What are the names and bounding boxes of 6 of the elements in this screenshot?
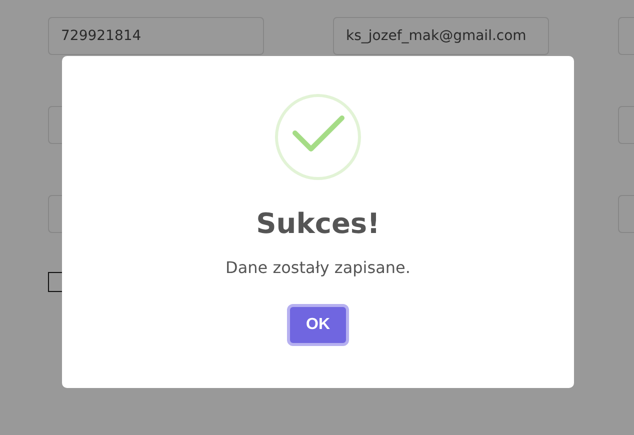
checkmark-icon <box>274 93 362 181</box>
dialog-message: Dane zostały zapisane. <box>226 258 410 277</box>
phone-field[interactable]: 729921814 <box>48 17 264 55</box>
dialog-title: Sukces! <box>256 207 380 240</box>
ok-button[interactable]: OK <box>287 304 349 346</box>
email-field[interactable]: ks_jozef_mak@gmail.com <box>333 17 549 55</box>
